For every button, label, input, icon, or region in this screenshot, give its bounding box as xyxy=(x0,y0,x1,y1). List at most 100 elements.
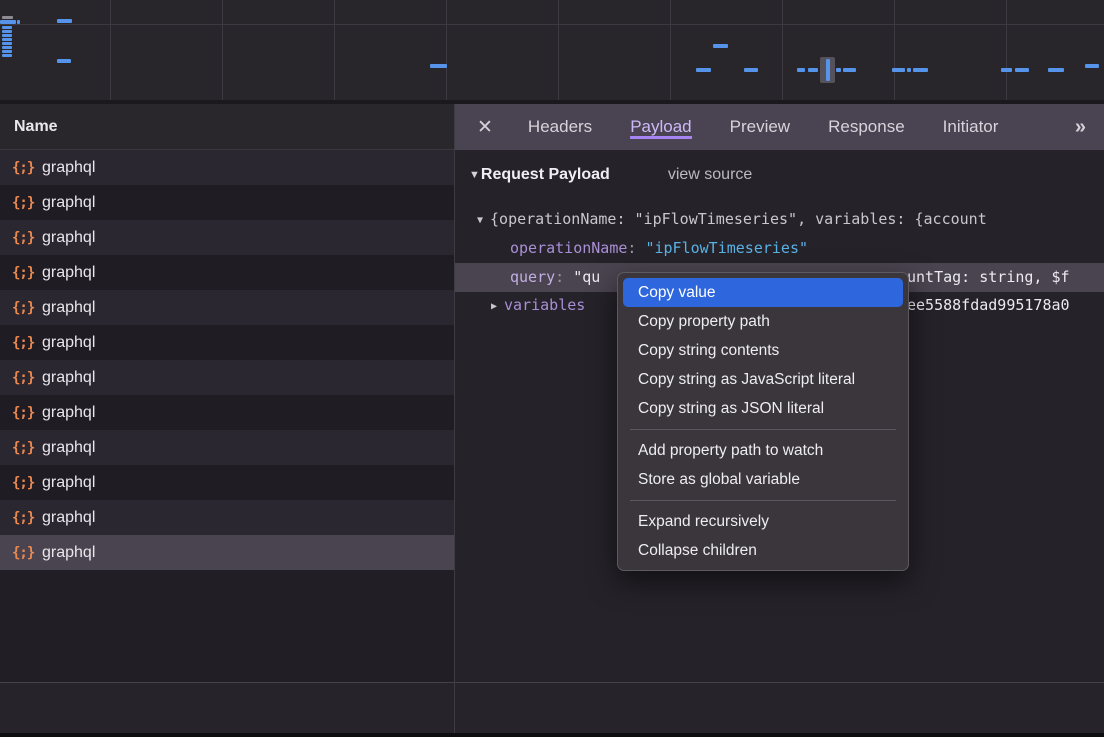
status-bar xyxy=(0,682,1104,733)
timeline-gridline xyxy=(670,0,671,100)
timeline-bar xyxy=(2,30,12,33)
request-name-label: graphql xyxy=(42,229,95,247)
request-row-graphql[interactable]: {;}graphql xyxy=(0,430,454,465)
request-row-graphql[interactable]: {;}graphql xyxy=(0,255,454,290)
json-key: operationName xyxy=(510,239,627,257)
timeline-bar xyxy=(892,68,905,72)
timeline-bar xyxy=(0,20,16,24)
detail-tabbar: ✕ Headers Payload Preview Response Initiator… xyxy=(455,104,1104,150)
timeline-bar xyxy=(1015,68,1029,72)
request-name-label: graphql xyxy=(42,439,95,457)
request-row-graphql[interactable]: {;}graphql xyxy=(0,500,454,535)
json-braces-icon: {;} xyxy=(12,335,42,351)
json-braces-icon: {;} xyxy=(12,475,42,491)
timeline-bar xyxy=(2,46,12,49)
timeline-bar xyxy=(2,26,12,29)
timeline-bar xyxy=(713,44,728,48)
request-row-graphql[interactable]: {;}graphql xyxy=(0,290,454,325)
timeline-bar xyxy=(2,50,12,53)
menu-item-copy-string-as-javascript-literal[interactable]: Copy string as JavaScript literal xyxy=(618,365,908,394)
request-name-label: graphql xyxy=(42,299,95,317)
section-title: Request Payload xyxy=(481,166,610,184)
json-root-row[interactable]: ▼ {operationName: "ipFlowTimeseries", var… xyxy=(455,206,1104,233)
request-name-label: graphql xyxy=(42,474,95,492)
menu-item-copy-string-contents[interactable]: Copy string contents xyxy=(618,336,908,365)
window-bottom-edge xyxy=(0,733,1104,737)
timeline-bar xyxy=(57,19,72,23)
json-colon: : xyxy=(627,239,645,257)
request-table: Name {;}graphql{;}graphql{;}graphql{;}gr… xyxy=(0,104,454,682)
timeline-bar xyxy=(696,68,711,72)
request-row-graphql[interactable]: {;}graphql xyxy=(0,325,454,360)
menu-item-store-as-global-variable[interactable]: Store as global variable xyxy=(618,465,908,494)
timeline-hover-tick xyxy=(826,59,830,81)
tab-headers[interactable]: Headers xyxy=(528,117,592,136)
network-overview-timeline[interactable] xyxy=(0,0,1104,100)
timeline-bar xyxy=(913,68,928,72)
timeline-gridline xyxy=(110,0,111,100)
tab-response[interactable]: Response xyxy=(828,117,905,136)
panel-divider[interactable] xyxy=(454,104,455,733)
tab-preview[interactable]: Preview xyxy=(730,117,790,136)
menu-item-copy-property-path[interactable]: Copy property path xyxy=(618,307,908,336)
tab-initiator[interactable]: Initiator xyxy=(943,117,999,136)
close-icon[interactable]: ✕ xyxy=(477,116,493,139)
request-row-graphql[interactable]: {;}graphql xyxy=(0,395,454,430)
timeline-bar xyxy=(2,54,12,57)
request-row-graphql[interactable]: {;}graphql xyxy=(0,185,454,220)
view-source-link[interactable]: view source xyxy=(668,166,752,184)
request-name-label: graphql xyxy=(42,194,95,212)
timeline-gridline xyxy=(782,0,783,100)
json-braces-icon: {;} xyxy=(12,405,42,421)
json-braces-icon: {;} xyxy=(12,370,42,386)
json-braces-icon: {;} xyxy=(12,230,42,246)
request-row-graphql[interactable]: {;}graphql xyxy=(0,535,454,570)
devtools-network-panel: Name {;}graphql{;}graphql{;}graphql{;}gr… xyxy=(0,0,1104,737)
menu-item-collapse-children[interactable]: Collapse children xyxy=(618,536,908,565)
menu-item-copy-value[interactable]: Copy value xyxy=(623,278,903,307)
timeline-gridline xyxy=(558,0,559,100)
menu-item-add-property-path-to-watch[interactable]: Add property path to watch xyxy=(618,436,908,465)
timeline-bar xyxy=(907,68,911,72)
request-row-graphql[interactable]: {;}graphql xyxy=(0,150,454,185)
request-name-label: graphql xyxy=(42,159,95,177)
menu-item-copy-string-as-json-literal[interactable]: Copy string as JSON literal xyxy=(618,394,908,423)
timeline-bar xyxy=(843,68,856,72)
menu-item-expand-recursively[interactable]: Expand recursively xyxy=(618,507,908,536)
json-key: query xyxy=(510,268,555,286)
request-name-label: graphql xyxy=(42,509,95,527)
section-collapse-icon[interactable]: ▼ xyxy=(469,169,480,181)
json-key: variables xyxy=(504,296,585,314)
collapsed-triangle-icon[interactable]: ▶ xyxy=(491,293,497,319)
detail-tabs: Headers Payload Preview Response Initiator xyxy=(509,104,1017,150)
request-row-graphql[interactable]: {;}graphql xyxy=(0,465,454,500)
json-value-left: "qu xyxy=(573,268,600,286)
timeline-bar xyxy=(1085,64,1099,68)
json-root-preview: {operationName: "ipFlowTimeseries", vari… xyxy=(490,210,987,228)
request-name-label: graphql xyxy=(42,369,95,387)
expand-triangle-icon[interactable]: ▼ xyxy=(477,207,483,233)
json-braces-icon: {;} xyxy=(12,160,42,176)
context-menu: Copy valueCopy property pathCopy string … xyxy=(617,272,909,571)
json-colon: : xyxy=(555,268,573,286)
more-tabs-icon[interactable]: » xyxy=(1075,116,1084,139)
json-value-right: ee5588fdad995178a0 xyxy=(907,292,1070,319)
json-value-right: untTag: string, $f xyxy=(907,263,1070,292)
menu-separator xyxy=(630,500,896,501)
tab-payload[interactable]: Payload xyxy=(630,117,691,139)
timeline-bar xyxy=(1001,68,1012,72)
request-row-graphql[interactable]: {;}graphql xyxy=(0,360,454,395)
json-braces-icon: {;} xyxy=(12,195,42,211)
timeline-bar xyxy=(808,68,818,72)
name-column-header[interactable]: Name xyxy=(0,104,454,150)
json-braces-icon: {;} xyxy=(12,265,42,281)
json-braces-icon: {;} xyxy=(12,510,42,526)
timeline-bar xyxy=(836,68,841,72)
request-name-label: graphql xyxy=(42,544,95,562)
timeline-bar xyxy=(57,59,71,63)
timeline-bar xyxy=(744,68,758,72)
request-payload-section: ▼ Request Payload view source xyxy=(469,166,752,184)
json-operation-row[interactable]: operationName: "ipFlowTimeseries" xyxy=(455,235,1104,262)
request-row-graphql[interactable]: {;}graphql xyxy=(0,220,454,255)
timeline-bar xyxy=(17,20,20,24)
